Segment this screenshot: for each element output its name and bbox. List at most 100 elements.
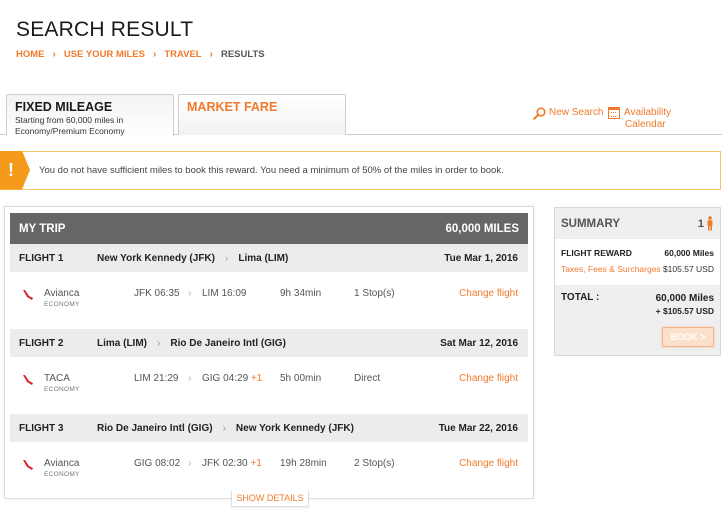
airline-logo-icon bbox=[23, 290, 33, 300]
stops: Direct bbox=[354, 373, 381, 384]
alert-message: You do not have sufficient miles to book… bbox=[39, 165, 504, 176]
breadcrumb-travel[interactable]: TRAVEL bbox=[164, 49, 201, 60]
flight-reward-row: FLIGHT REWARD 60,000 Miles bbox=[561, 245, 714, 261]
arrival-time: LIM 16:09 bbox=[202, 288, 247, 299]
passenger-count-value: 1 bbox=[697, 217, 704, 230]
chevron-right-icon: › bbox=[152, 49, 157, 60]
chevron-right-icon: › bbox=[188, 373, 192, 384]
departure: JFK 06:35 bbox=[134, 288, 180, 299]
chevron-right-icon: › bbox=[52, 49, 56, 60]
tab-title: FIXED MILEAGE bbox=[15, 100, 113, 114]
taxes-row: Taxes, Fees & Surcharges $105.57 USD bbox=[561, 261, 714, 277]
flight-header: FLIGHT 3 Rio De Janeiro Intl (GIG) › New… bbox=[10, 414, 528, 442]
trip-header-miles: 60,000 MILES bbox=[445, 222, 519, 235]
cabin-class: ECONOMY bbox=[44, 471, 80, 478]
departure: LIM 21:29 bbox=[134, 373, 179, 384]
breadcrumb: HOME › USE YOUR MILES › TRAVEL › RESULTS bbox=[16, 49, 265, 60]
summary-panel: SUMMARY 1 FLIGHT REWARD 60,000 Miles Tax… bbox=[554, 207, 721, 356]
taxes-link[interactable]: Taxes, Fees & Surcharges bbox=[561, 264, 661, 274]
arrival: GIG 04:29 +1 bbox=[202, 373, 262, 384]
day-offset: +1 bbox=[250, 458, 262, 469]
arrival-time: GIG 04:29 bbox=[202, 373, 249, 384]
flight-destination: Lima (LIM) bbox=[238, 252, 289, 264]
new-search-link[interactable]: New Search bbox=[533, 107, 603, 120]
total-miles: 60,000 Miles bbox=[655, 293, 714, 304]
chevron-right-icon: › bbox=[222, 422, 226, 434]
duration: 5h 00min bbox=[280, 373, 322, 384]
flight-number: FLIGHT 2 bbox=[19, 337, 64, 349]
stops: 1 Stop(s) bbox=[354, 288, 395, 299]
flight-header: FLIGHT 1 New York Kennedy (JFK) › Lima (… bbox=[10, 244, 528, 272]
cabin-class: ECONOMY bbox=[44, 386, 80, 393]
flight-reward-value: 60,000 Miles bbox=[664, 248, 714, 258]
breadcrumb-results: RESULTS bbox=[220, 49, 265, 60]
page-title: SEARCH RESULT bbox=[16, 18, 194, 41]
arrival: LIM 16:09 bbox=[202, 288, 246, 299]
cabin-class: ECONOMY bbox=[44, 301, 80, 308]
show-details-button[interactable]: SHOW DETAILS bbox=[231, 491, 309, 507]
summary-header: SUMMARY 1 bbox=[555, 208, 720, 239]
total-label: TOTAL : bbox=[561, 292, 600, 303]
person-icon bbox=[707, 216, 713, 231]
trip-header: MY TRIP 60,000 MILES bbox=[10, 213, 528, 244]
flight-destination: New York Kennedy (JFK) bbox=[235, 422, 354, 434]
new-search-label: New Search bbox=[549, 107, 604, 118]
departure: GIG 08:02 bbox=[134, 458, 181, 469]
arrival-time: JFK 02:30 bbox=[202, 458, 248, 469]
flight-reward-label: FLIGHT REWARD bbox=[561, 248, 632, 258]
availability-calendar-link[interactable]: Availability Calendar bbox=[608, 107, 671, 131]
tab-title: MARKET FARE bbox=[187, 100, 278, 114]
change-flight-link[interactable]: Change flight bbox=[459, 288, 518, 299]
summary-title: SUMMARY bbox=[561, 217, 620, 230]
passenger-count: 1 bbox=[698, 216, 714, 231]
my-trip-panel: MY TRIP 60,000 MILES FLIGHT 1 New York K… bbox=[4, 206, 534, 507]
change-flight-link[interactable]: Change flight bbox=[459, 373, 518, 384]
breadcrumb-use-your-miles[interactable]: USE YOUR MILES bbox=[64, 49, 145, 60]
stops: 2 Stop(s) bbox=[354, 458, 395, 469]
flight-origin: Rio De Janeiro Intl (GIG) bbox=[97, 422, 213, 434]
change-flight-link[interactable]: Change flight bbox=[459, 458, 518, 469]
duration: 9h 34min bbox=[280, 288, 322, 299]
taxes-value: $105.57 USD bbox=[662, 264, 714, 274]
flight-header: FLIGHT 2 Lima (LIM) › Rio De Janeiro Int… bbox=[10, 329, 528, 357]
flight-number: FLIGHT 3 bbox=[19, 422, 64, 434]
day-offset: +1 bbox=[250, 373, 263, 384]
summary-body: FLIGHT REWARD 60,000 Miles Taxes, Fees &… bbox=[555, 239, 720, 285]
total-cash: + $105.57 USD bbox=[655, 306, 714, 316]
tab-subtitle: Starting from 60,000 miles in bbox=[15, 115, 124, 125]
airline-logo-icon bbox=[23, 460, 33, 470]
chevron-right-icon: › bbox=[188, 458, 192, 469]
tab-subtitle: Economy/Premium Economy bbox=[15, 126, 125, 136]
airline-name: Avianca bbox=[44, 458, 80, 469]
trip-header-label: MY TRIP bbox=[19, 222, 66, 235]
tab-fixed-mileage[interactable]: FIXED MILEAGE Starting from 60,000 miles… bbox=[6, 94, 174, 136]
breadcrumb-home[interactable]: HOME bbox=[16, 49, 45, 60]
flight-date: Sat Mar 12, 2016 bbox=[440, 337, 518, 349]
airline-name: Avianca bbox=[44, 288, 80, 299]
insufficient-miles-alert: ! You do not have sufficient miles to bo… bbox=[0, 150, 721, 190]
calendar-icon bbox=[608, 107, 620, 119]
flight-row: Avianca ECONOMY JFK 06:35 › LIM 16:09 9h… bbox=[10, 272, 528, 329]
chevron-right-icon: › bbox=[188, 288, 192, 299]
duration: 19h 28min bbox=[280, 458, 327, 469]
flight-date: Tue Mar 22, 2016 bbox=[438, 422, 518, 434]
availability-label: Availability bbox=[624, 107, 672, 118]
airline-name: TACA bbox=[44, 373, 70, 384]
chevron-right-icon: › bbox=[209, 49, 213, 60]
calendar-label: Calendar bbox=[625, 119, 666, 130]
airline-logo-icon bbox=[23, 375, 33, 385]
flight-origin: New York Kennedy (JFK) bbox=[97, 252, 215, 264]
chevron-right-icon: › bbox=[157, 337, 161, 349]
arrival: JFK 02:30 +1 bbox=[202, 458, 262, 469]
flight-date: Tue Mar 1, 2016 bbox=[444, 252, 518, 264]
search-icon bbox=[533, 107, 546, 120]
flight-row: TACA ECONOMY LIM 21:29 › GIG 04:29 +1 5h… bbox=[10, 357, 528, 414]
flight-number: FLIGHT 1 bbox=[19, 252, 64, 264]
flight-origin: Lima (LIM) bbox=[97, 337, 147, 349]
warning-icon: ! bbox=[0, 150, 30, 190]
flight-destination: Rio De Janeiro Intl (GIG) bbox=[170, 337, 286, 349]
chevron-right-icon: › bbox=[225, 252, 229, 264]
book-button[interactable]: BOOK > bbox=[662, 327, 714, 347]
tab-market-fare[interactable]: MARKET FARE bbox=[178, 94, 346, 135]
total-row: TOTAL : 60,000 Miles + $105.57 USD bbox=[555, 285, 720, 318]
